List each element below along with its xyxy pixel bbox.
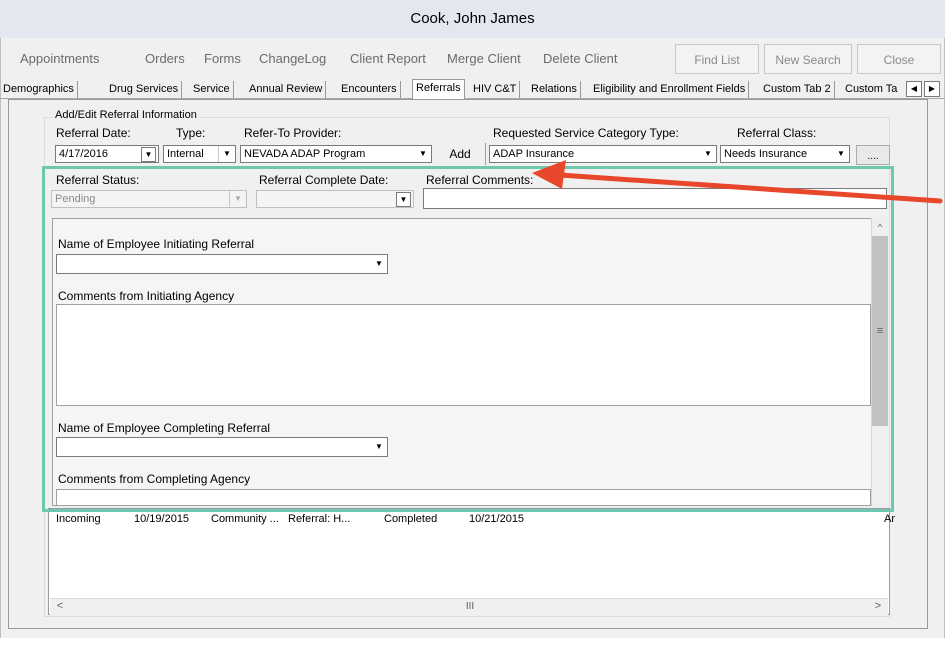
new-search-button[interactable]: New Search	[764, 44, 852, 74]
annotation-highlight-box	[42, 166, 894, 512]
chevron-down-icon[interactable]: ▼	[415, 146, 431, 162]
tab-annual-review[interactable]: Annual Review	[246, 81, 327, 98]
find-list-button[interactable]: Find List	[675, 44, 759, 74]
calendar-dropdown-icon[interactable]: ▼	[141, 147, 156, 162]
orders-button[interactable]: Orders	[145, 48, 185, 70]
referral-date-label: Referral Date:	[56, 126, 131, 140]
add-provider-button[interactable]: Add	[439, 145, 481, 165]
tab-relations[interactable]: Relations	[528, 81, 581, 98]
referral-class-label: Referral Class:	[737, 126, 817, 140]
tab-custom-tab-2[interactable]: Custom Tab 2	[760, 81, 835, 98]
window-title-bar: Cook, John James	[0, 0, 945, 39]
tab-eligibility-enrollment[interactable]: Eligibility and Enrollment Fields	[590, 81, 750, 98]
tab-scroll-right-icon[interactable]: ▶	[924, 81, 940, 97]
window-title: Cook, John James	[410, 10, 535, 27]
chevron-down-icon[interactable]: ▼	[218, 146, 235, 162]
merge-client-button[interactable]: Merge Client	[447, 48, 521, 70]
row-status: Completed	[384, 513, 438, 525]
row-direction: Incoming	[56, 513, 101, 525]
tab-scroll-buttons: ◀ ▶	[906, 81, 942, 97]
client-report-button[interactable]: Client Report	[350, 48, 426, 70]
row-agency: Community ...	[211, 513, 279, 525]
provider-value: NEVADA ADAP Program	[244, 148, 366, 160]
tab-encounters[interactable]: Encounters	[338, 81, 401, 98]
tab-hiv-ct[interactable]: HIV C&T	[470, 81, 521, 98]
group-title: Add/Edit Referral Information	[52, 109, 200, 121]
scroll-right-icon[interactable]: >	[870, 599, 886, 614]
row-trailing: Ar	[884, 513, 895, 525]
tab-demographics[interactable]: Demographics	[0, 81, 78, 98]
annotation-arrow-icon	[532, 160, 943, 204]
referral-date-picker[interactable]: 4/17/2016 ▼	[55, 145, 159, 163]
row-completed-date: 10/21/2015	[469, 513, 525, 525]
row-referral: Referral: H...	[288, 513, 351, 525]
type-label: Type:	[176, 126, 206, 140]
tab-service[interactable]: Service	[190, 81, 234, 98]
provider-label: Refer-To Provider:	[244, 126, 342, 140]
scroll-grip-icon: III	[465, 601, 475, 612]
tab-custom-tab-3[interactable]: Custom Ta	[842, 81, 908, 98]
type-select[interactable]: Internal ▼	[163, 145, 236, 163]
tab-scroll-left-icon[interactable]: ◀	[906, 81, 922, 97]
type-value: Internal	[167, 148, 204, 160]
appointments-button[interactable]: Appointments	[20, 48, 100, 70]
category-label: Requested Service Category Type:	[493, 126, 679, 140]
forms-button[interactable]: Forms	[204, 48, 241, 70]
tab-referrals[interactable]: Referrals	[412, 79, 465, 100]
changelog-button[interactable]: ChangeLog	[259, 48, 326, 70]
tab-drug-services[interactable]: Drug Services	[106, 81, 183, 98]
field-divider	[485, 143, 486, 165]
scroll-left-icon[interactable]: <	[52, 599, 68, 614]
table-row[interactable]: Incoming 10/19/2015 Community ... Referr…	[56, 513, 895, 529]
delete-client-button[interactable]: Delete Client	[543, 48, 617, 70]
row-date: 10/19/2015	[134, 513, 190, 525]
provider-select[interactable]: NEVADA ADAP Program ▼	[240, 145, 432, 163]
referral-date-value: 4/17/2016	[59, 148, 108, 160]
close-button[interactable]: Close	[857, 44, 941, 74]
